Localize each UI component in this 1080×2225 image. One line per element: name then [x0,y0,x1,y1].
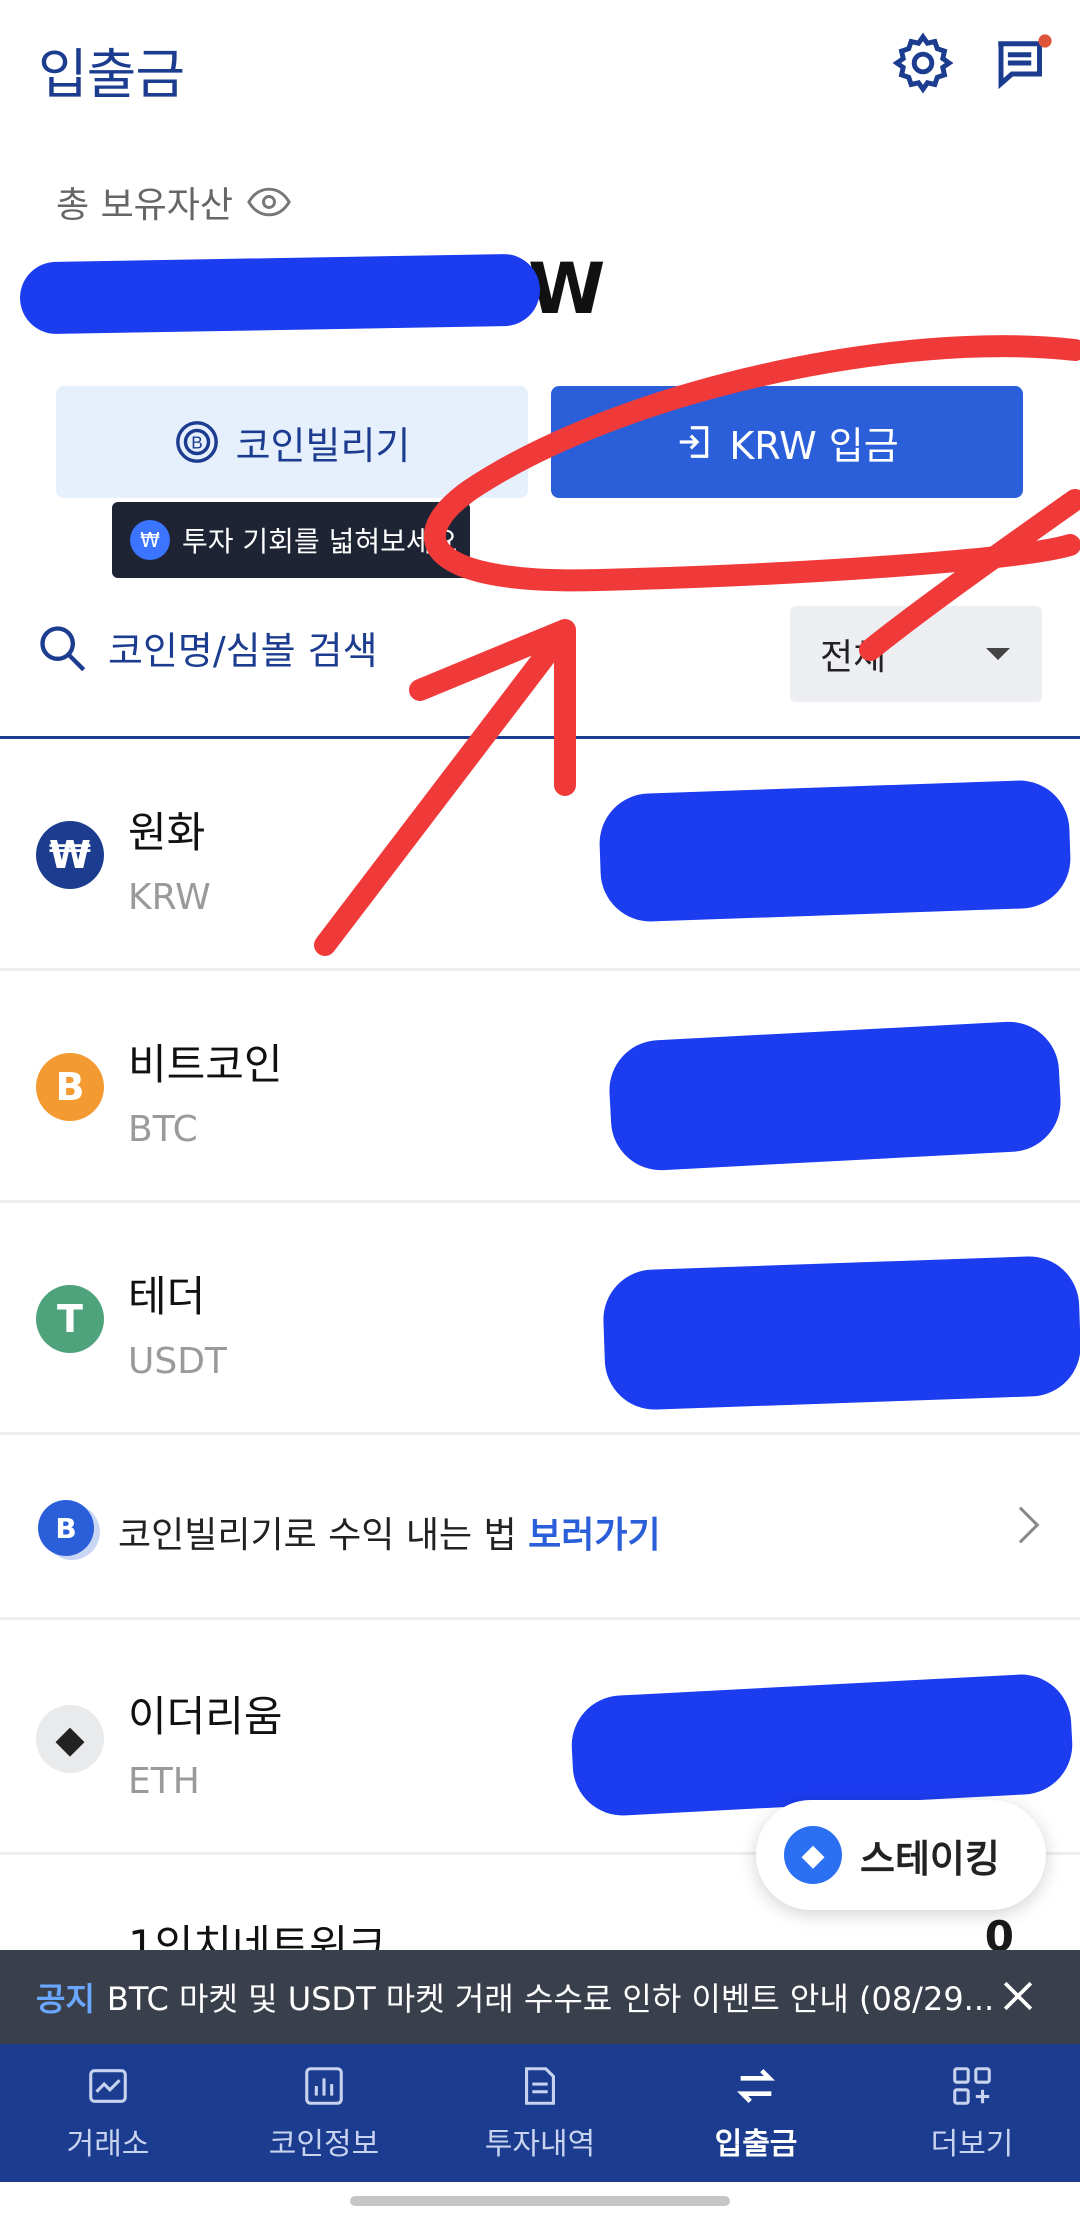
coin-row-usdt[interactable]: T 테더 USDT [0,1203,1080,1435]
ethereum-icon: ◆ [36,1705,104,1773]
redaction-mark [19,253,541,335]
deposit-icon [680,426,709,458]
staking-button[interactable]: ◆ 스테이킹 [756,1800,1046,1910]
tooltip-text: 투자 기회를 넓혀보세요 [182,525,458,558]
coin-search[interactable]: 코인명/심볼 검색 [36,620,378,675]
caret-down-icon [986,648,1010,660]
notice-board-icon[interactable] [990,30,1056,96]
piggy-icon: ₩ [130,520,170,560]
won-icon: ₩ [36,821,104,889]
coin-name: 1인치네트워크 [128,1921,387,1950]
lending-promo-banner[interactable]: B 코인빌리기로 수익 내는 법 보러가기 [0,1440,1080,1620]
tab-investments[interactable]: 투자내역 [432,2044,648,2182]
tab-label: 입출금 [714,2127,798,2162]
eye-icon[interactable] [247,187,291,217]
coin-name: 비트코인 [128,1040,283,1089]
page-title: 입출금 [38,43,185,106]
notice-bar[interactable]: 공지 BTC 마켓 및 USDT 마켓 거래 수수료 인하 이벤트 안내 (08… [0,1950,1080,2044]
coin-symbol: ETH [128,1761,200,1802]
search-icon [40,625,86,671]
lending-tooltip: ₩ 투자 기회를 넓혀보세요 [112,502,470,578]
bottom-tab-bar: 거래소 코인정보 투자내역 입출금 더보기 [0,2044,1080,2182]
staking-label: 스테이킹 [860,1836,1000,1881]
total-assets-text: 총 보유자산 [56,185,234,226]
coin-row-krw[interactable]: ₩ 원화 KRW [0,739,1080,971]
coin-symbol: KRW [128,877,211,918]
total-assets-label: 총 보유자산 [56,176,291,228]
document-icon [525,2067,555,2105]
krw-deposit-button[interactable]: KRW 입금 [551,386,1023,498]
coin-lending-button[interactable]: B 코인빌리기 [56,386,528,498]
market-filter-select[interactable]: 전체 [790,606,1042,702]
chart-icon [89,2069,127,2103]
notice-tag: 공지 [36,1980,95,2018]
redaction-mark [606,1019,1064,1173]
search-placeholder: 코인명/심볼 검색 [108,629,378,673]
app-header: 입출금 [0,0,1080,130]
coin-icon: B [175,421,218,463]
tab-label: 거래소 [66,2127,150,2162]
notice-text: BTC 마켓 및 USDT 마켓 거래 수수료 인하 이벤트 안내 (08/29… [106,1980,995,2018]
filter-value: 전체 [820,637,887,678]
tab-label: 투자내역 [484,2127,596,2162]
tab-exchange[interactable]: 거래소 [0,2044,216,2182]
coin-symbol: USDT [128,1341,227,1382]
transfer-icon [737,2069,775,2103]
grid-plus-icon [953,2067,991,2105]
coin-row-btc[interactable]: B 비트코인 BTC [0,971,1080,1203]
tab-label: 코인정보 [268,2127,380,2162]
promo-link[interactable]: 보러가기 [528,1515,660,1556]
redaction-mark [601,1254,1080,1412]
tether-icon: T [36,1285,104,1353]
ethereum-staking-icon: ◆ [784,1826,842,1884]
tab-coin-info[interactable]: 코인정보 [216,2044,432,2182]
home-indicator[interactable] [350,2196,730,2206]
bar-chart-icon [305,2067,343,2105]
krw-deposit-label: KRW 입금 [729,423,899,468]
coin-lending-label: 코인빌리기 [235,423,411,468]
promo-text: 코인빌리기로 수익 내는 법 보러가기 [118,1515,661,1556]
redaction-mark [569,1671,1075,1819]
chevron-right-icon [1002,1506,1040,1544]
coin-name: 테더 [128,1272,206,1321]
coin-name: 원화 [128,808,206,857]
gear-icon[interactable] [890,30,956,96]
bitcoin-icon: B [36,1053,104,1121]
coin-amount: 0 [984,1912,1014,1950]
coin-symbol: BTC [128,1109,198,1150]
bitcoin-coin-icon: B [38,1500,94,1556]
tab-deposit-withdraw[interactable]: 입출금 [648,2044,864,2182]
tab-label: 더보기 [930,2127,1014,2162]
svg-text:B: B [191,433,203,453]
tab-more[interactable]: 더보기 [864,2044,1080,2182]
coin-name: 이더리움 [128,1692,283,1741]
close-icon[interactable] [996,1974,1040,2018]
redaction-mark [597,778,1073,924]
